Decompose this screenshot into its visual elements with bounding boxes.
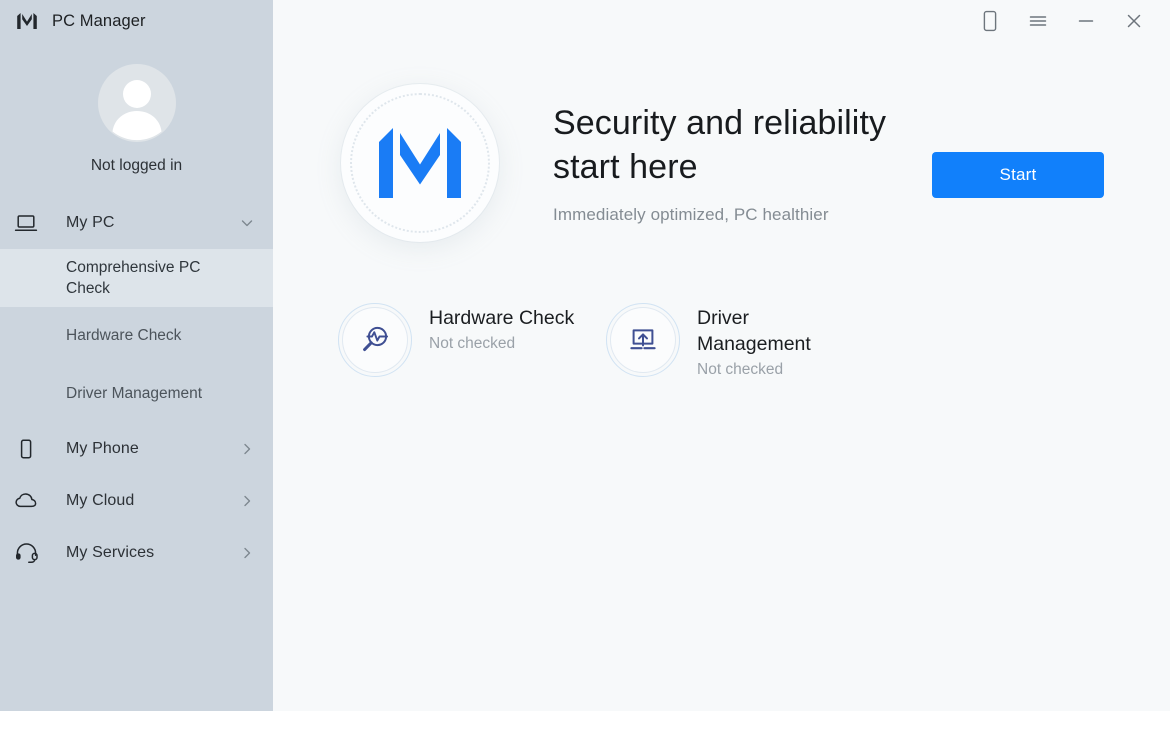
app-title: PC Manager — [52, 11, 146, 30]
phone-icon — [14, 438, 48, 460]
sidebar-item-label: My Phone — [66, 440, 139, 457]
sidebar-subitem-label: Driver Management — [66, 385, 203, 403]
account-status-label: Not logged in — [90, 157, 183, 174]
sidebar-nav: My PC Comprehensive PC Check Hardware Ch… — [0, 197, 273, 579]
chevron-down-icon[interactable] — [239, 215, 255, 231]
minimize-icon[interactable] — [1064, 4, 1108, 38]
sidebar-item-label: My Services — [66, 544, 155, 561]
hero-section: Security and reliability start here Imme… — [273, 42, 1170, 242]
hero-logo-badge — [341, 84, 499, 242]
sidebar-item-comprehensive-pc-check[interactable]: Comprehensive PC Check — [0, 249, 273, 307]
sidebar-item-driver-management[interactable]: Driver Management — [0, 365, 273, 423]
feature-title: Driver Management — [697, 307, 811, 355]
pc-manager-logo-icon — [16, 12, 38, 30]
sidebar: PC Manager Not logged in My PC Comprehen… — [0, 0, 273, 721]
hero-action: Start — [932, 84, 1170, 198]
page-subtitle: Immediately optimized, PC healthier — [553, 205, 829, 225]
close-icon[interactable] — [1112, 4, 1156, 38]
headset-icon — [14, 542, 48, 564]
feature-text: Driver Management Not checked — [675, 304, 847, 379]
user-avatar-icon[interactable] — [97, 64, 176, 142]
hero-text: Security and reliability start here Imme… — [499, 84, 932, 225]
sidebar-item-my-cloud[interactable]: My Cloud — [0, 475, 273, 527]
start-button[interactable]: Start — [932, 152, 1104, 198]
sidebar-item-hardware-check[interactable]: Hardware Check — [0, 307, 273, 365]
feature-card-driver-management[interactable]: Driver Management Not checked — [606, 303, 879, 379]
title-bar-left: PC Manager — [0, 0, 273, 42]
sidebar-item-label: My Cloud — [66, 492, 135, 509]
driver-update-icon — [606, 303, 680, 377]
page-title: Security and reliability start here — [553, 104, 887, 186]
feature-text: Hardware Check Not checked — [407, 304, 574, 353]
window-bottom-strip — [0, 711, 1170, 721]
sidebar-item-my-services[interactable]: My Services — [0, 527, 273, 579]
sidebar-subitem-label: Comprehensive PC Check — [66, 258, 201, 297]
sidebar-item-label: My PC — [66, 214, 115, 231]
feature-title: Hardware Check — [429, 307, 575, 329]
feature-status: Not checked — [697, 360, 784, 378]
cloud-icon — [14, 491, 48, 511]
window-controls — [273, 0, 1170, 42]
feature-card-hardware-check[interactable]: Hardware Check Not checked — [338, 303, 611, 379]
menu-icon[interactable] — [1016, 4, 1060, 38]
pc-manager-window: PC Manager Not logged in My PC Comprehen… — [0, 0, 1170, 721]
sidebar-subitem-label: Hardware Check — [66, 327, 182, 345]
feature-status: Not checked — [429, 334, 516, 352]
main-content: Security and reliability start here Imme… — [273, 0, 1170, 721]
phone-link-icon[interactable] — [968, 4, 1012, 38]
chevron-right-icon[interactable] — [239, 545, 255, 561]
chevron-right-icon[interactable] — [239, 441, 255, 457]
sidebar-item-my-phone[interactable]: My Phone — [0, 423, 273, 475]
laptop-icon — [14, 213, 48, 233]
sidebar-item-my-pc[interactable]: My PC — [0, 197, 273, 249]
account-block[interactable]: Not logged in — [0, 64, 273, 175]
pc-manager-logo-icon — [374, 125, 466, 201]
chevron-right-icon[interactable] — [239, 493, 255, 509]
feature-list: Hardware Check Not checked Driver Manage… — [273, 242, 1170, 379]
hardware-scan-icon — [338, 303, 412, 377]
